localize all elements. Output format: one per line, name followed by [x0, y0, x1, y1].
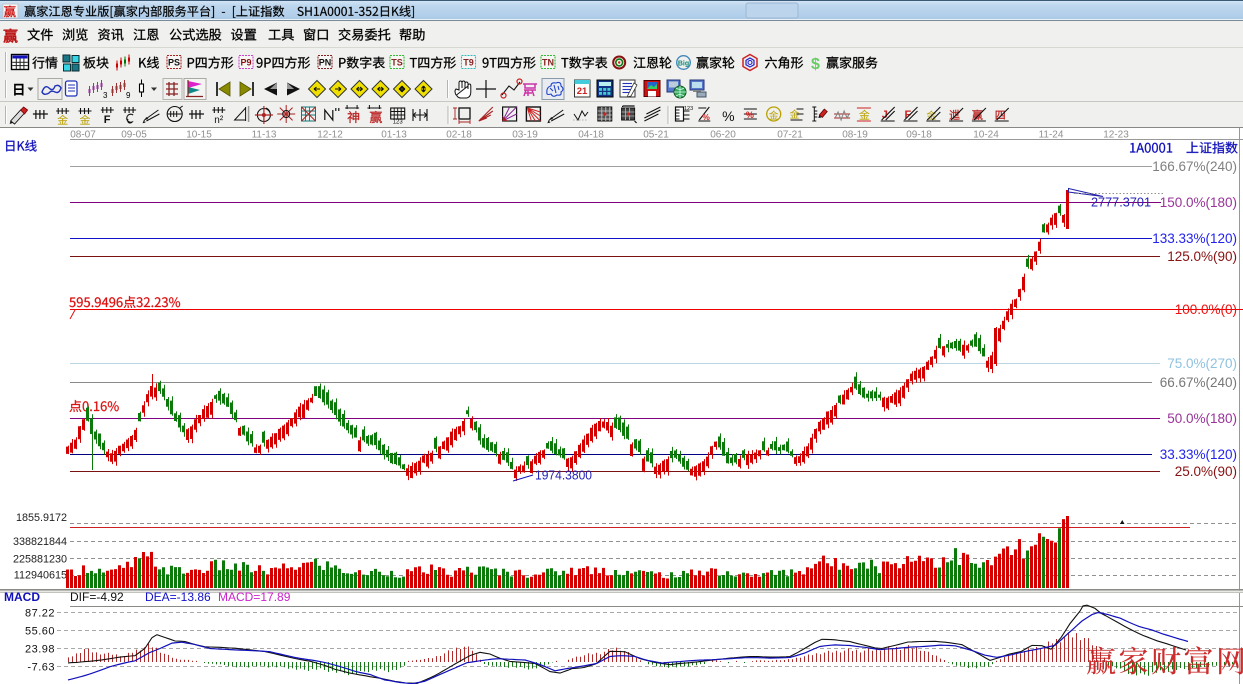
svg-text:166.67%(240): 166.67%(240): [1152, 159, 1237, 174]
svg-text:11-24: 11-24: [1039, 130, 1064, 141]
svg-text:P9: P9: [240, 58, 251, 68]
svg-text:-7.63: -7.63: [27, 662, 55, 674]
svg-text:112940615: 112940615: [14, 570, 67, 582]
svg-text:$: $: [811, 56, 820, 73]
svg-text:DIF=-4.92: DIF=-4.92: [70, 590, 124, 604]
svg-text:02-18: 02-18: [446, 130, 472, 141]
svg-text:21: 21: [577, 86, 588, 97]
svg-text:05-21: 05-21: [643, 130, 669, 141]
svg-text:DEA=-13.86: DEA=-13.86: [145, 590, 211, 604]
svg-text:09-18: 09-18: [906, 130, 932, 141]
svg-text:%: %: [746, 110, 754, 120]
svg-text:66.67%(240): 66.67%(240): [1160, 375, 1237, 390]
svg-text:3: 3: [103, 91, 108, 100]
svg-text:F: F: [104, 114, 111, 126]
svg-text:1974.3800: 1974.3800: [535, 468, 592, 483]
svg-text:100.0%(0): 100.0%(0): [1175, 302, 1237, 317]
svg-text:01-13: 01-13: [381, 130, 407, 141]
svg-text:50.0%(180): 50.0%(180): [1167, 411, 1237, 426]
svg-text:10-24: 10-24: [973, 130, 999, 141]
svg-text:08-07: 08-07: [70, 130, 96, 141]
svg-text:TN: TN: [542, 58, 554, 68]
svg-text:133.33%(120): 133.33%(120): [1152, 231, 1237, 246]
svg-text:PS: PS: [168, 58, 180, 68]
svg-text:9: 9: [126, 91, 131, 100]
svg-text:PN: PN: [319, 58, 332, 68]
svg-text:%: %: [722, 108, 734, 124]
svg-text:%: %: [702, 112, 710, 122]
svg-text:08-19: 08-19: [842, 130, 868, 141]
svg-text:06-20: 06-20: [710, 130, 736, 141]
svg-text:10-15: 10-15: [186, 130, 212, 141]
svg-text:n²: n²: [214, 115, 224, 126]
svg-text:25.0%(90): 25.0%(90): [1175, 464, 1237, 479]
svg-text:11-13: 11-13: [252, 130, 277, 141]
svg-text:123: 123: [684, 106, 693, 112]
svg-text:23.98: 23.98: [25, 644, 55, 656]
svg-text:12-12: 12-12: [317, 130, 343, 141]
svg-text:1855.9172: 1855.9172: [16, 512, 67, 524]
svg-text:03-19: 03-19: [512, 130, 538, 141]
svg-text:09-05: 09-05: [121, 130, 147, 141]
svg-text:125.0%(90): 125.0%(90): [1167, 249, 1237, 264]
svg-text:12-23: 12-23: [1103, 130, 1129, 141]
svg-text:2777.3701: 2777.3701: [1091, 195, 1151, 210]
svg-text:MACD=17.89: MACD=17.89: [218, 590, 291, 604]
svg-text:123: 123: [393, 120, 404, 126]
svg-text:Big: Big: [678, 61, 689, 68]
svg-text:87.22: 87.22: [25, 608, 55, 620]
svg-text:150.0%(180): 150.0%(180): [1160, 195, 1237, 210]
svg-text:TS: TS: [391, 58, 403, 68]
svg-text:75.0%(270): 75.0%(270): [1167, 356, 1237, 371]
svg-text:07-21: 07-21: [777, 130, 803, 141]
svg-text:338821844: 338821844: [13, 536, 67, 548]
svg-text:MACD: MACD: [4, 590, 40, 604]
svg-text:33.33%(120): 33.33%(120): [1160, 447, 1237, 462]
svg-text:55.60: 55.60: [25, 626, 55, 638]
svg-text:225881230: 225881230: [13, 554, 67, 566]
svg-text:04-18: 04-18: [578, 130, 604, 141]
svg-text:T9: T9: [463, 58, 474, 68]
